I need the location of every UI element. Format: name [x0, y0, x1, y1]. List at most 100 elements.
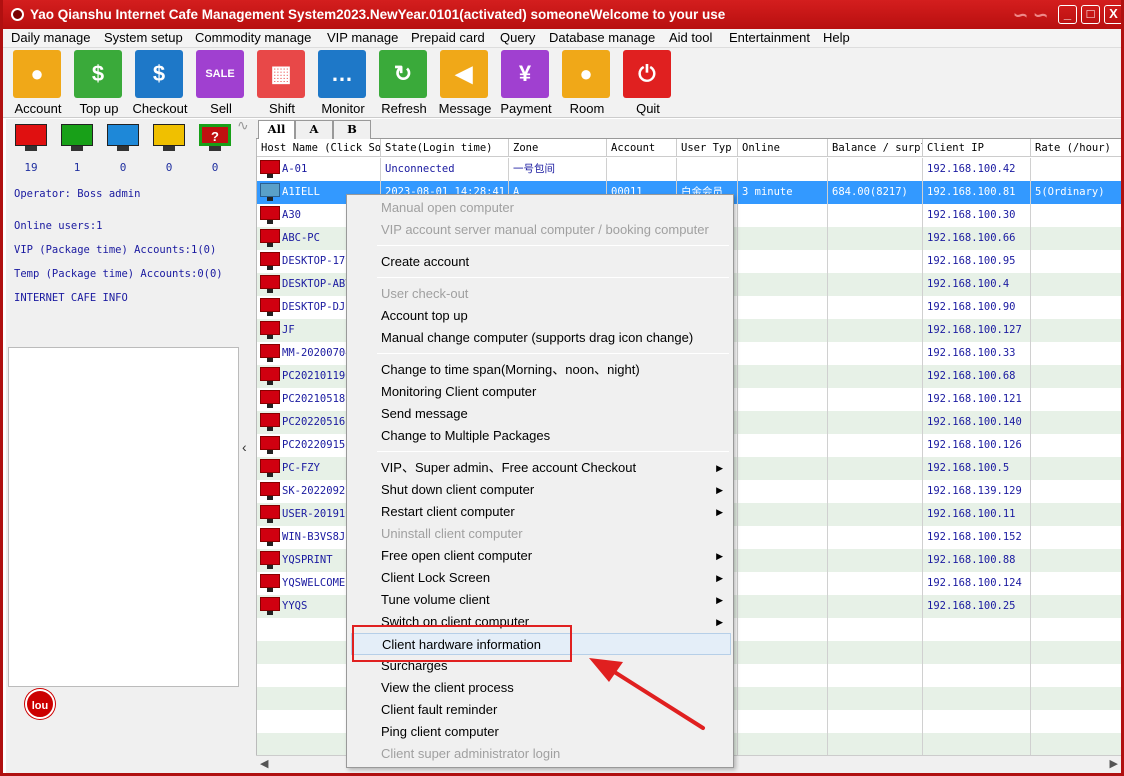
context-menu-item[interactable]: Shut down client computer ▶: [351, 479, 731, 501]
cell-balance: [828, 733, 923, 756]
menu-commodity-manage[interactable]: Commodity manage: [195, 30, 311, 45]
cell-balance: [828, 457, 923, 480]
column-header[interactable]: Host Name (Click Sort: [257, 139, 381, 157]
toolbar-checkout-button[interactable]: $ Checkout: [129, 50, 191, 116]
column-header[interactable]: State(Login time): [381, 139, 509, 157]
power-icon-glyph: ⏻: [638, 61, 656, 86]
status-monitor-icon[interactable]: [61, 124, 93, 154]
toolbar-room-button[interactable]: ● Room: [556, 50, 618, 116]
tab-b[interactable]: B: [333, 120, 371, 139]
cell-balance: [828, 411, 923, 434]
panel-splitter[interactable]: ∿ ‹: [237, 117, 256, 773]
collapse-left-arrow-icon[interactable]: ‹: [242, 439, 247, 455]
context-menu-item[interactable]: Change to time span(Morning、noon、night): [351, 359, 731, 381]
context-menu-item[interactable]: Change to Multiple Packages: [351, 425, 731, 447]
menu-vip-manage[interactable]: VIP manage: [327, 30, 398, 45]
cell-balance: [828, 388, 923, 411]
toolbar-monitor-button[interactable]: … Monitor: [312, 50, 374, 116]
tab-all[interactable]: All: [258, 120, 295, 140]
menu-help[interactable]: Help: [823, 30, 850, 45]
cell-rate: [1031, 273, 1121, 296]
toolbar-top-up-button[interactable]: $ Top up: [68, 50, 130, 116]
toolbar-refresh-button[interactable]: ↻ Refresh: [373, 50, 435, 116]
monitor-screen: ?: [199, 124, 231, 146]
cafe-info-link[interactable]: INTERNET CAFE INFO: [14, 292, 128, 304]
scroll-left-icon[interactable]: ◀: [260, 757, 268, 770]
grid-header: Host Name (Click Sort State(Login time) Zo…: [257, 139, 1121, 157]
cell-rate: [1031, 388, 1121, 411]
status-monitor-icon[interactable]: [15, 124, 47, 154]
toolbar: ● Account $ Top up $ Checkout SALE Sell ▦ Shift … M…: [3, 48, 1121, 118]
menu-item-label: Account top up: [381, 308, 468, 323]
toolbar-quit-button[interactable]: ⏻ Quit: [617, 50, 679, 116]
column-header[interactable]: Account: [607, 139, 677, 157]
context-menu-item[interactable]: Tune volume client ▶: [351, 589, 731, 611]
cell-online: [738, 618, 828, 641]
cell-balance: [828, 526, 923, 549]
splitter-grip-icon: ∿: [237, 117, 249, 133]
computer-screen: [260, 252, 280, 266]
context-menu-item[interactable]: Restart client computer ▶: [351, 501, 731, 523]
menu-item-label: Change to Multiple Packages: [381, 428, 551, 443]
status-monitor-icon[interactable]: ?: [199, 124, 231, 154]
menu-entertainment[interactable]: Entertainment: [729, 30, 810, 45]
toolbar-account-button[interactable]: ● Account: [7, 50, 69, 116]
menu-item-label: VIP account server manual computer / boo…: [381, 222, 709, 237]
column-header[interactable]: Balance / surpl: [828, 139, 923, 157]
cell-rate: [1031, 250, 1121, 273]
menu-item-label: Manual open computer: [381, 200, 514, 215]
left-status-panel: 19 1 0 0? 0 Operator: Boss admin Online user…: [6, 119, 239, 773]
status-monitor-icon[interactable]: [153, 124, 185, 154]
minimize-button[interactable]: _: [1058, 5, 1077, 24]
computer-screen: [260, 229, 280, 243]
cell-balance: [828, 273, 923, 296]
context-menu-item[interactable]: Account top up: [351, 305, 731, 327]
cell-rate: [1031, 227, 1121, 250]
cell-rate: [1031, 503, 1121, 526]
computer-offline-icon: [260, 482, 280, 501]
toolbar-shift-button[interactable]: ▦ Shift: [251, 50, 313, 116]
computer-base: [267, 197, 273, 201]
toolbar-sell-button[interactable]: SALE Sell: [190, 50, 252, 116]
tab-a[interactable]: A: [295, 120, 333, 139]
cell-rate: [1031, 411, 1121, 434]
menu-daily-manage[interactable]: Daily manage: [11, 30, 91, 45]
context-menu-item[interactable]: Monitoring Client computer: [351, 381, 731, 403]
refresh-icon: ↻: [379, 50, 427, 98]
menu-query[interactable]: Query: [500, 30, 535, 45]
context-menu-item[interactable]: Free open client computer ▶: [351, 545, 731, 567]
yen-icon-glyph: ¥: [518, 61, 532, 86]
computer-screen: [260, 459, 280, 473]
column-header[interactable]: Rate (/hour): [1031, 139, 1121, 157]
context-menu-item[interactable]: Send message: [351, 403, 731, 425]
menu-separator: [377, 353, 729, 354]
table-row[interactable]: A-01 Unconnected 一号包间 192.168.100.42: [257, 158, 1121, 181]
column-header[interactable]: User Typ: [677, 139, 738, 157]
cell-ip: 192.168.100.124: [923, 572, 1031, 595]
maximize-button[interactable]: □: [1081, 5, 1100, 24]
column-header[interactable]: Online: [738, 139, 828, 157]
close-button[interactable]: X: [1104, 5, 1121, 24]
menu-system-setup[interactable]: System setup: [104, 30, 183, 45]
context-menu-item[interactable]: Client Lock Screen ▶: [351, 567, 731, 589]
column-header[interactable]: Zone: [509, 139, 607, 157]
computer-screen: [260, 298, 280, 312]
toolbar-payment-button[interactable]: ¥ Payment: [495, 50, 557, 116]
column-header[interactable]: Client IP: [923, 139, 1031, 157]
menu-prepaid-card[interactable]: Prepaid card: [411, 30, 485, 45]
menu-database-manage[interactable]: Database manage: [549, 30, 655, 45]
toolbar-message-button[interactable]: ◀ Message: [434, 50, 496, 116]
context-menu-item[interactable]: Create account: [351, 251, 731, 273]
menu-aid-tool[interactable]: Aid tool: [669, 30, 712, 45]
yen-icon: ¥: [501, 50, 549, 98]
cell-text: 192.168.100.121: [927, 393, 1022, 405]
computer-base: [267, 335, 273, 339]
computer-screen: [260, 160, 280, 174]
status-monitor-icon[interactable]: [107, 124, 139, 154]
context-menu-item[interactable]: VIP、Super admin、Free account Checkout ▶: [351, 457, 731, 479]
cell-host: A-01: [257, 158, 381, 181]
cell-balance: [828, 204, 923, 227]
context-menu-item[interactable]: Manual change computer (supports drag ic…: [351, 327, 731, 349]
scroll-right-icon[interactable]: ▶: [1110, 757, 1118, 770]
cell-online: [738, 411, 828, 434]
